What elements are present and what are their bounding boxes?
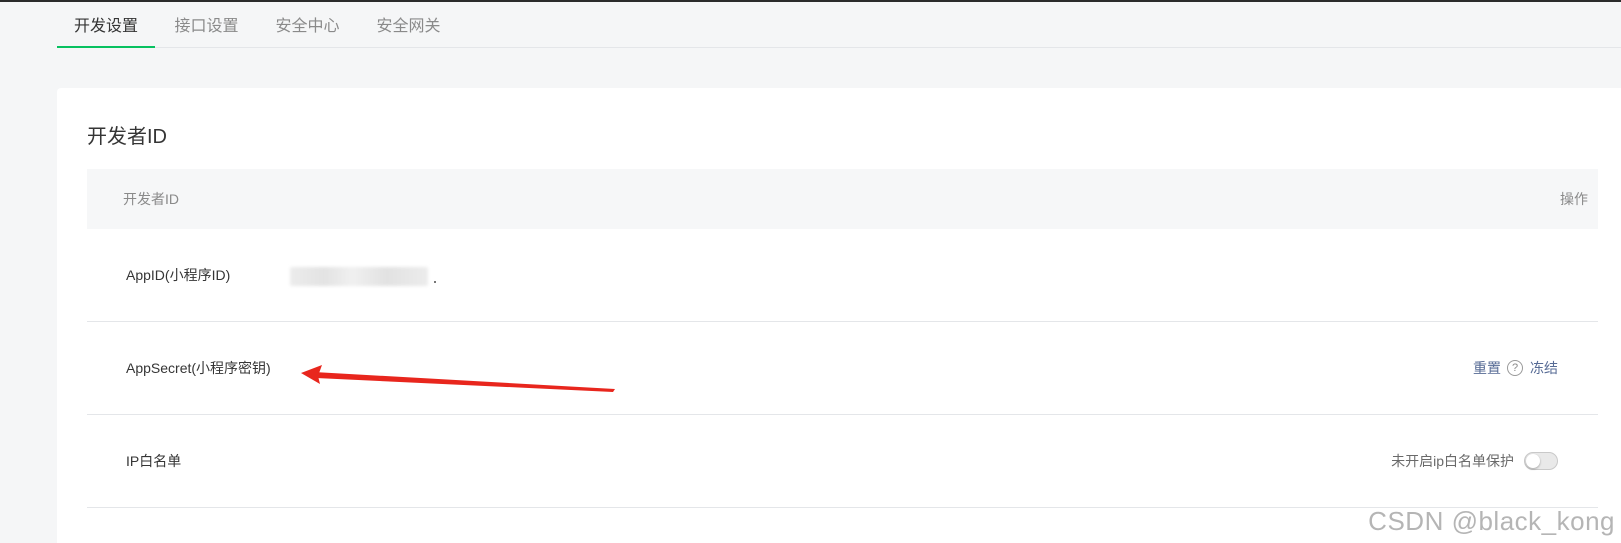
reset-secret-link[interactable]: 重置 — [1473, 358, 1501, 378]
tab-security-center[interactable]: 安全中心 — [275, 2, 340, 47]
column-header-action: 操作 — [1560, 191, 1588, 207]
ip-whitelist-status: 未开启ip白名单保护 — [1391, 453, 1514, 469]
table-row-appid: AppID(小程序ID) — [87, 229, 1598, 322]
appid-value-trailing-mark — [434, 281, 436, 283]
tab-security-gateway[interactable]: 安全网关 — [376, 2, 441, 47]
table-row-appsecret: AppSecret(小程序密钥) 重置 ? 冻结 — [87, 322, 1598, 415]
ip-whitelist-actions: 未开启ip白名单保护 — [1391, 415, 1558, 507]
table-row-ip-whitelist: IP白名单 未开启ip白名单保护 — [87, 415, 1598, 508]
settings-tab-bar: 开发设置 接口设置 安全中心 安全网关 — [57, 2, 1621, 48]
watermark: CSDN @black_kong — [1368, 506, 1615, 536]
freeze-secret-link[interactable]: 冻结 — [1530, 358, 1558, 378]
developer-id-card: 开发者ID 开发者ID 操作 AppID(小程序ID) AppSecret(小程… — [57, 88, 1621, 543]
table-header: 开发者ID 操作 — [87, 169, 1598, 229]
appid-value-redacted — [290, 267, 428, 286]
ip-whitelist-toggle[interactable] — [1524, 452, 1558, 470]
card-title: 开发者ID — [87, 126, 167, 148]
toggle-knob — [1526, 454, 1540, 468]
help-icon[interactable]: ? — [1507, 360, 1523, 376]
appsecret-actions: 重置 ? 冻结 — [1473, 322, 1558, 414]
column-header-id: 开发者ID — [123, 191, 179, 207]
appsecret-label: AppSecret(小程序密钥) — [126, 360, 271, 376]
ip-whitelist-label: IP白名单 — [126, 453, 182, 469]
appid-label: AppID(小程序ID) — [126, 267, 231, 283]
tab-dev-settings[interactable]: 开发设置 — [57, 2, 155, 48]
tab-api-settings[interactable]: 接口设置 — [174, 2, 239, 47]
